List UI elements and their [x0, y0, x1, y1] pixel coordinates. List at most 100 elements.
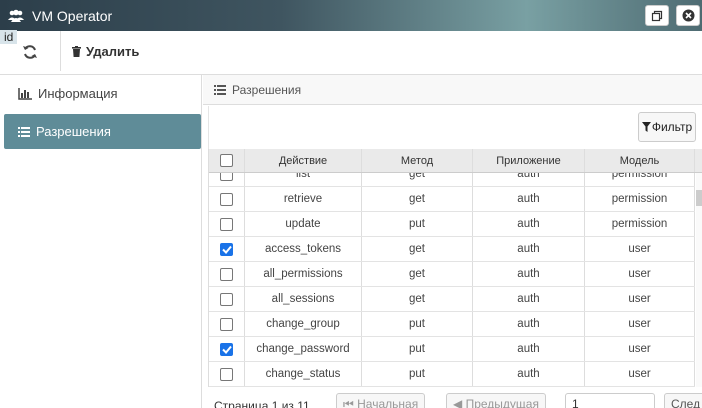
restore-icon [651, 10, 663, 21]
list-icon [18, 126, 30, 137]
select-all-checkbox[interactable] [220, 154, 233, 167]
first-page-label: Начальная [357, 397, 419, 408]
cell-action: all_sessions [245, 287, 362, 311]
table-rows: list get auth permission retrieve get auth perm… [209, 173, 695, 387]
cell-action: access_tokens [245, 237, 362, 261]
refresh-icon[interactable] [22, 44, 38, 60]
cell-app: auth [473, 212, 585, 236]
delete-button[interactable]: Удалить [72, 44, 139, 59]
panel-title: Разрешения [232, 82, 302, 97]
permissions-table: Действие Метод Приложение Модель list get… [208, 149, 702, 387]
filter-bar: Фильтр [208, 106, 702, 150]
next-page-button[interactable]: След [664, 393, 702, 408]
cell-action: change_group [245, 312, 362, 336]
filter-button[interactable]: Фильтр [638, 112, 696, 142]
table-row[interactable]: access_tokens get auth user [209, 237, 695, 262]
cell-app: auth [473, 187, 585, 211]
permissions-panel: Разрешения Фильтр Действие Метод Приложе… [203, 75, 702, 408]
next-page-label: След [671, 397, 701, 408]
row-checkbox[interactable] [220, 367, 233, 381]
cell-model: permission [585, 187, 695, 211]
cell-model: permission [585, 212, 695, 236]
toolbar-divider [60, 31, 61, 71]
table-row[interactable]: update put auth permission [209, 212, 695, 237]
first-page-button[interactable]: ⏮ Начальная [336, 393, 426, 408]
sidebar: Информация Разрешения [0, 75, 202, 408]
sidebar-item-permissions[interactable]: Разрешения [4, 114, 201, 149]
row-checkbox[interactable] [220, 292, 233, 306]
restore-button[interactable] [645, 5, 669, 26]
delete-label: Удалить [86, 44, 140, 59]
prev-page-icon: ◀ [453, 397, 466, 408]
column-header-app[interactable]: Приложение [473, 149, 585, 172]
sidebar-item-label: Разрешения [36, 124, 111, 139]
page-select-value: 1 [572, 397, 579, 408]
cell-method: put [362, 362, 473, 386]
row-checkbox[interactable] [220, 342, 233, 356]
id-tag: id [0, 30, 18, 44]
row-checkbox[interactable] [220, 192, 233, 206]
cell-action: change_password [245, 337, 362, 361]
select-all-cell [209, 149, 245, 172]
toolbar: Удалить [0, 31, 702, 75]
column-header-model[interactable]: Модель [585, 149, 695, 172]
table-row[interactable]: retrieve get auth permission [209, 187, 695, 212]
cell-app: auth [473, 173, 585, 186]
title-bar: VM Operator [0, 0, 702, 31]
row-select-cell [209, 262, 245, 286]
table-row[interactable]: change_group put auth user [209, 312, 695, 337]
row-select-cell [209, 337, 245, 361]
row-select-cell [209, 362, 245, 386]
row-checkbox[interactable] [220, 242, 233, 256]
cell-action: change_status [245, 362, 362, 386]
cell-action: list [245, 173, 362, 186]
vertical-scrollbar[interactable] [696, 173, 702, 387]
table-row[interactable]: all_sessions get auth user [209, 287, 695, 312]
cell-app: auth [473, 287, 585, 311]
cell-method: put [362, 312, 473, 336]
table-row[interactable]: all_permissions get auth user [209, 262, 695, 287]
table-row[interactable]: change_status put auth user [209, 362, 695, 387]
table-header: Действие Метод Приложение Модель [209, 149, 702, 173]
row-checkbox[interactable] [220, 173, 233, 181]
table-body: list get auth permission retrieve get auth perm… [209, 173, 696, 387]
cell-method: put [362, 212, 473, 236]
cell-model: user [585, 237, 695, 261]
cell-app: auth [473, 337, 585, 361]
close-button[interactable] [676, 5, 700, 26]
row-select-cell [209, 237, 245, 261]
scrollbar-thumb[interactable] [696, 190, 702, 206]
page-indicator: Страница 1 из 11 [214, 399, 310, 408]
cell-method: get [362, 262, 473, 286]
cell-model: user [585, 337, 695, 361]
prev-page-button[interactable]: ◀ Предыдущая [446, 393, 546, 408]
cell-model: permission [585, 173, 695, 186]
bar-chart-icon [18, 87, 32, 100]
cell-method: get [362, 173, 473, 186]
row-checkbox[interactable] [220, 267, 233, 281]
filter-label: Фильтр [651, 120, 693, 134]
row-select-cell [209, 187, 245, 211]
row-select-cell [209, 312, 245, 336]
page-select[interactable]: 1 [565, 393, 655, 408]
row-checkbox[interactable] [220, 217, 233, 231]
cell-app: auth [473, 362, 585, 386]
close-icon [682, 9, 694, 22]
cell-method: get [362, 287, 473, 311]
sidebar-item-label: Информация [38, 86, 118, 101]
window-title: VM Operator [32, 7, 113, 24]
column-header-action[interactable]: Действие [245, 149, 362, 172]
cell-model: user [585, 362, 695, 386]
cell-model: user [585, 262, 695, 286]
cell-model: user [585, 287, 695, 311]
cell-app: auth [473, 262, 585, 286]
cell-method: get [362, 237, 473, 261]
row-checkbox[interactable] [220, 317, 233, 331]
table-row[interactable]: list get auth permission [209, 173, 695, 187]
users-icon [8, 9, 24, 22]
cell-app: auth [473, 312, 585, 336]
column-header-method[interactable]: Метод [362, 149, 473, 172]
sidebar-item-info[interactable]: Информация [4, 76, 201, 111]
table-row[interactable]: change_password put auth user [209, 337, 695, 362]
cell-method: get [362, 187, 473, 211]
